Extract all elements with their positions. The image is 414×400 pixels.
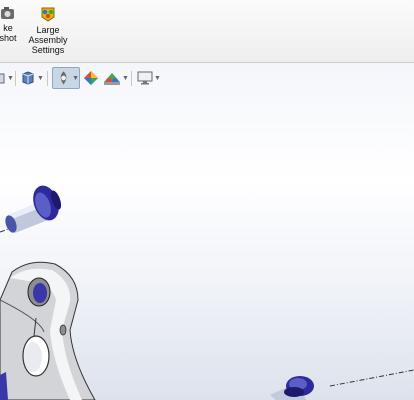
assembly-model xyxy=(0,182,414,400)
toolbar-divider xyxy=(15,71,16,86)
edit-appearance-button[interactable] xyxy=(83,68,99,88)
apply-scene-icon xyxy=(104,73,120,85)
lower-pin[interactable] xyxy=(270,376,314,400)
link-arm[interactable] xyxy=(0,261,96,400)
take-snapshot-button[interactable]: ke shot xyxy=(0,4,22,43)
edit-appearance-icon xyxy=(84,71,98,85)
snapshot-label: ke shot xyxy=(0,23,17,43)
view-orientation-icon xyxy=(0,73,5,84)
display-style-icon xyxy=(22,71,34,85)
chevron-down-icon[interactable]: ▼ xyxy=(72,75,79,82)
display-style-button[interactable]: ▼ xyxy=(20,68,44,88)
heads-up-view-toolbar: ▼ ▼ ▼ ▼ ▼ xyxy=(0,67,414,90)
graphics-viewport[interactable] xyxy=(0,63,414,400)
toolbar-divider xyxy=(131,71,132,86)
chevron-down-icon[interactable]: ▼ xyxy=(154,75,161,82)
view-settings-icon xyxy=(137,71,153,85)
view-orientation-button[interactable]: ▼ xyxy=(0,68,14,88)
apply-scene-button[interactable]: ▼ xyxy=(103,68,129,88)
upper-pin[interactable] xyxy=(3,182,63,234)
large-assembly-label: Large Assembly Settings xyxy=(28,25,68,55)
chevron-down-icon[interactable]: ▼ xyxy=(7,75,14,82)
large-assembly-icon xyxy=(41,7,55,22)
view-settings-button[interactable]: ▼ xyxy=(137,68,161,88)
hide-show-items-icon xyxy=(60,71,67,85)
chevron-down-icon[interactable]: ▼ xyxy=(122,75,129,82)
toolbar-divider xyxy=(47,71,48,86)
large-assembly-settings-button[interactable]: Large Assembly Settings xyxy=(26,4,70,55)
camera-icon xyxy=(1,7,14,19)
chevron-down-icon[interactable]: ▼ xyxy=(37,75,44,82)
command-manager-ribbon: ke shot Large Assembly Settings xyxy=(0,0,414,63)
explode-line xyxy=(329,369,414,387)
hide-show-items-button[interactable]: ▼ xyxy=(52,67,80,89)
